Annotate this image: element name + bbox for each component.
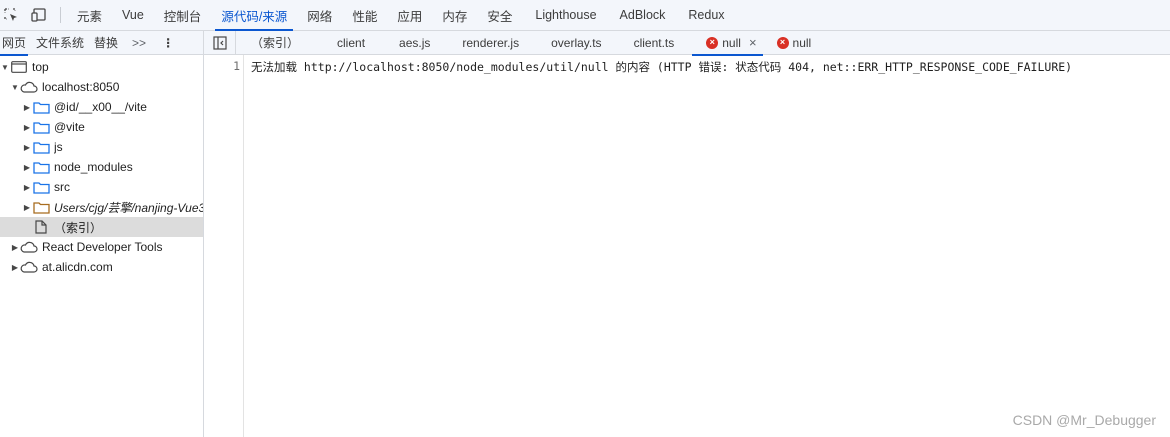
editor-tab-label: null (722, 35, 741, 50)
tab-performance[interactable]: 性能 (342, 0, 387, 31)
sidebar-toggle-icon[interactable] (204, 30, 236, 55)
editor-tab-index[interactable]: （索引） (236, 31, 311, 55)
toolbar-divider (60, 7, 61, 23)
tree-item-folder[interactable]: ▶ src (0, 177, 203, 197)
tree-item-folder[interactable]: ▶ @id/__x00__/vite (0, 97, 203, 117)
expanded-arrow-icon[interactable]: ▼ (0, 63, 10, 72)
code-area[interactable]: 1 无法加载 http://localhost:8050/node_module… (204, 55, 1170, 437)
editor-tab-overlay[interactable]: overlay.ts (531, 31, 613, 55)
tree-item-label: at.alicdn.com (42, 260, 113, 274)
collapsed-arrow-icon[interactable]: ▶ (10, 263, 20, 272)
tree-item-label: @id/__x00__/vite (54, 100, 147, 114)
tab-elements[interactable]: 元素 (67, 0, 112, 31)
tree-item-label: @vite (54, 120, 85, 134)
close-tab-icon[interactable]: × (749, 35, 757, 50)
collapsed-arrow-icon[interactable]: ▶ (22, 123, 32, 132)
source-editor: （索引） client aes.js renderer.js overlay.t… (204, 30, 1170, 437)
editor-tab-label: client.ts (633, 35, 675, 50)
collapsed-arrow-icon[interactable]: ▶ (22, 163, 32, 172)
tab-security[interactable]: 安全 (477, 0, 522, 31)
editor-tab-aes[interactable]: aes.js (377, 31, 442, 55)
error-icon: × (776, 36, 789, 49)
tab-lighthouse[interactable]: Lighthouse (522, 0, 609, 31)
expanded-arrow-icon[interactable]: ▼ (10, 83, 20, 92)
line-number: 1 (233, 59, 240, 73)
tab-vue[interactable]: Vue (112, 0, 154, 31)
tree-item-react-devtools[interactable]: ▶ React Developer Tools (0, 237, 203, 257)
tree-item-label: （索引） (54, 220, 103, 235)
collapsed-arrow-icon[interactable]: ▶ (22, 103, 32, 112)
tree-item-folder-local[interactable]: ▶ Users/cjg/芸擎/nanjing-Vue3 (0, 197, 203, 217)
folder-icon (32, 200, 50, 214)
tree-item-folder[interactable]: ▶ @vite (0, 117, 203, 137)
cloud-icon (20, 80, 38, 94)
editor-tabs: （索引） client aes.js renderer.js overlay.t… (204, 30, 1170, 56)
folder-icon (32, 120, 50, 134)
cloud-icon (20, 240, 38, 254)
editor-tab-client-ts[interactable]: client.ts (614, 31, 687, 55)
tab-network[interactable]: 网络 (297, 0, 342, 31)
file-tree: ▼ top ▼ localhost:8050 ▶ @id/__x00__/vit… (0, 55, 203, 277)
sources-navigator: 网页 文件系统 替换 >> ⋮ ▼ top ▼ localhost:8050 ▶ (0, 31, 204, 437)
line-gutter: 1 (204, 55, 244, 437)
tree-item-file[interactable]: ▶ （索引） (0, 217, 203, 237)
tree-item-top[interactable]: ▼ top (0, 57, 203, 77)
tree-item-label: React Developer Tools (42, 240, 163, 254)
editor-tab-label: renderer.js (462, 35, 520, 50)
cloud-icon (20, 260, 38, 274)
collapsed-arrow-icon[interactable]: ▶ (22, 143, 32, 152)
editor-tab-label: （索引） (251, 36, 300, 50)
tab-overrides[interactable]: 替换 (92, 31, 126, 55)
tree-item-alicdn[interactable]: ▶ at.alicdn.com (0, 257, 203, 277)
editor-tab-label: null (792, 35, 812, 50)
folder-icon (32, 140, 50, 154)
frame-icon (10, 60, 28, 74)
editor-tab-label: aes.js (399, 35, 431, 50)
collapsed-arrow-icon[interactable]: ▶ (10, 243, 20, 252)
code-line: 无法加载 http://localhost:8050/node_modules/… (251, 60, 1073, 74)
navigator-tabs: 网页 文件系统 替换 >> ⋮ (0, 31, 203, 56)
tab-redux[interactable]: Redux (675, 0, 737, 31)
tree-item-label: localhost:8050 (42, 80, 120, 94)
editor-tab-renderer[interactable]: renderer.js (442, 31, 531, 55)
tree-item-label: top (32, 60, 49, 74)
tree-item-label: node_modules (54, 160, 133, 174)
watermark: CSDN @Mr_Debugger (1012, 412, 1156, 428)
folder-icon (32, 160, 50, 174)
editor-tab-label: client (337, 35, 366, 50)
tab-sources[interactable]: 源代码/来源 (211, 0, 297, 31)
editor-tab-label: overlay.ts (551, 35, 602, 50)
tree-item-folder[interactable]: ▶ js (0, 137, 203, 157)
tree-item-label: Users/cjg/芸擎/nanjing-Vue3 (54, 200, 203, 215)
tab-filesystem[interactable]: 文件系统 (34, 31, 92, 55)
tab-application[interactable]: 应用 (387, 0, 432, 31)
tab-memory[interactable]: 内存 (432, 0, 477, 31)
file-icon (32, 220, 50, 234)
device-toolbar-icon[interactable] (30, 6, 48, 24)
folder-icon (32, 180, 50, 194)
more-tabs-icon[interactable]: >> (126, 31, 152, 55)
devtools-main-toolbar: 元素 Vue 控制台 源代码/来源 网络 性能 应用 内存 安全 Lightho… (0, 0, 1170, 31)
editor-tab-null-active[interactable]: × null × (686, 31, 768, 56)
tree-item-folder[interactable]: ▶ node_modules (0, 157, 203, 177)
folder-icon (32, 100, 50, 114)
editor-tab-client[interactable]: client (311, 31, 377, 55)
tree-item-label: js (54, 140, 63, 154)
tree-item-label: src (54, 180, 70, 194)
tab-adblock[interactable]: AdBlock (610, 0, 676, 31)
collapsed-arrow-icon[interactable]: ▶ (22, 203, 32, 212)
editor-tab-null[interactable]: × null (769, 31, 824, 55)
error-icon: × (706, 36, 719, 49)
tab-page[interactable]: 网页 (0, 31, 34, 56)
inspect-element-icon[interactable] (2, 6, 20, 24)
collapsed-arrow-icon[interactable]: ▶ (22, 183, 32, 192)
tree-item-localhost[interactable]: ▼ localhost:8050 (0, 77, 203, 97)
navigator-menu-icon[interactable]: ⋮ (152, 31, 174, 55)
tab-console[interactable]: 控制台 (154, 0, 212, 31)
